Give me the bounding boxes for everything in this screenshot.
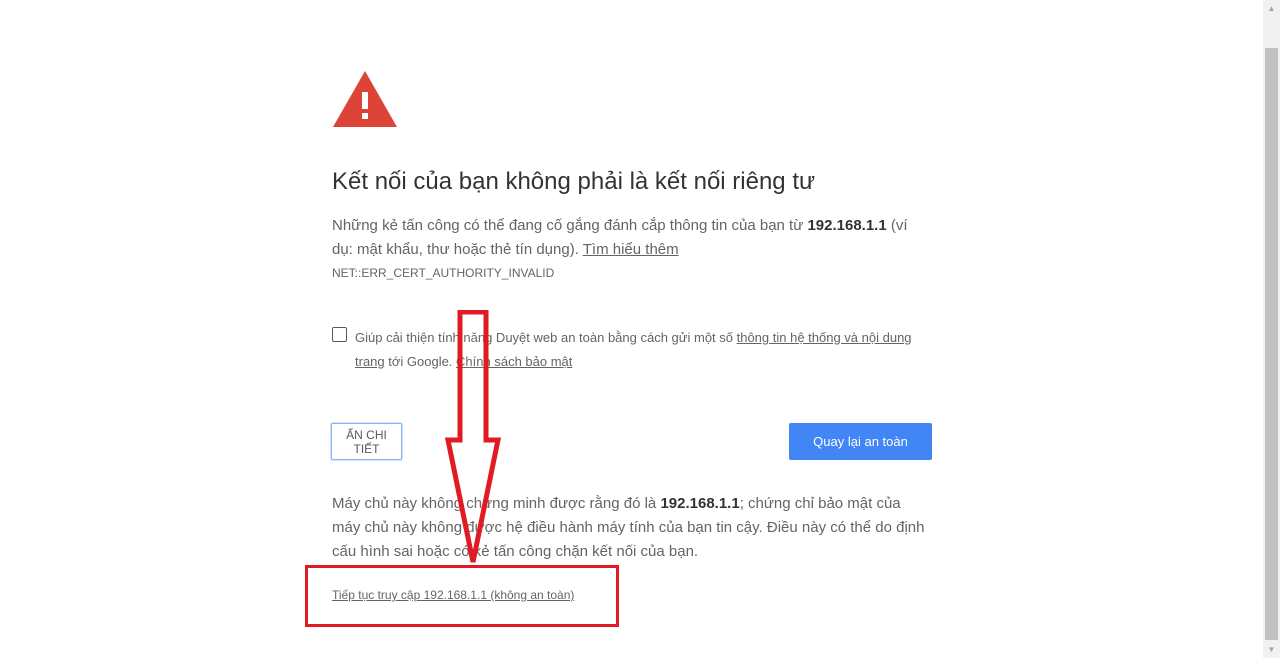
page-title: Kết nối của bạn không phải là kết nối ri… [332, 168, 816, 195]
hide-details-button[interactable]: ẨN CHI TIẾT [331, 423, 402, 460]
warning-triangle-icon [333, 71, 397, 127]
annotation-highlight-box [305, 565, 619, 627]
vertical-scrollbar[interactable]: ▲ ▼ [1263, 0, 1280, 658]
scroll-down-icon[interactable]: ▼ [1263, 641, 1280, 658]
checkbox[interactable] [332, 327, 347, 342]
scroll-up-icon[interactable]: ▲ [1263, 0, 1280, 17]
details-message: Máy chủ này không chứng minh được rằng đ… [332, 492, 932, 564]
scroll-thumb[interactable] [1265, 48, 1278, 640]
main-message: Những kẻ tấn công có thể đang cố gắng đá… [332, 214, 932, 262]
details-host-name: 192.168.1.1 [660, 495, 740, 512]
error-code: NET::ERR_CERT_AUTHORITY_INVALID [332, 266, 555, 280]
learn-more-link[interactable]: Tìm hiểu thêm [583, 241, 679, 258]
host-name: 192.168.1.1 [807, 217, 887, 234]
explanation-text: Những kẻ tấn công có thể đang cố gắng đá… [332, 217, 808, 234]
back-to-safety-button[interactable]: Quay lại an toàn [789, 423, 932, 460]
red-down-arrow-icon [444, 310, 502, 563]
safe-browsing-text: Giúp cải thiện tính năng Duyệt web an to… [355, 330, 737, 345]
